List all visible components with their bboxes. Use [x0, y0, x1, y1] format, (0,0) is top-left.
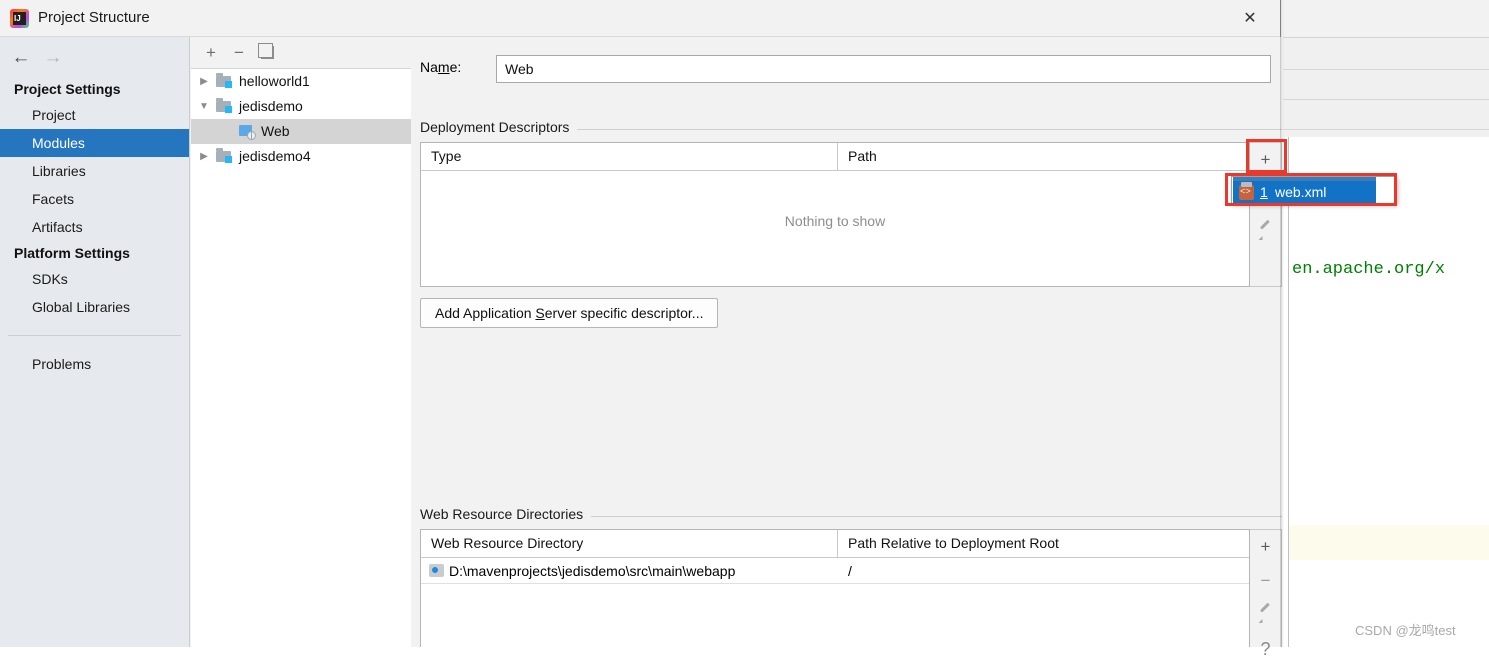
deployment-descriptors-table: Type Path Nothing to show: [420, 142, 1250, 287]
close-icon[interactable]: ✕: [1240, 9, 1260, 29]
pencil-icon: [1259, 225, 1273, 239]
tree-node-label: helloworld1: [239, 73, 310, 89]
descriptor-type-popup-menu: 1 web.xml: [1231, 176, 1397, 204]
dialog-drop-shadow: [1280, 0, 1284, 647]
menu-item-web-xml[interactable]: 1 web.xml: [1233, 181, 1376, 204]
back-arrow-icon[interactable]: ←: [8, 47, 34, 69]
table-row[interactable]: D:\mavenprojects\jedisdemo\src\main\weba…: [421, 558, 1249, 584]
tree-node-label: jedisdemo4: [239, 148, 311, 164]
tree-twisty-collapsed-icon[interactable]: [197, 69, 211, 94]
relative-path-value: /: [848, 563, 852, 579]
sidebar-divider: [8, 335, 181, 336]
sidebar-group-project-settings: Project Settings: [14, 81, 121, 97]
deployment-descriptors-buttons: +: [1250, 142, 1282, 287]
module-folder-icon: [216, 148, 232, 163]
copy-module-icon[interactable]: [255, 41, 279, 65]
project-structure-dialog: Project Structure ✕ ← → Project Settings…: [0, 0, 1282, 659]
column-header-path[interactable]: Path: [838, 143, 1250, 170]
sidebar-item-modules[interactable]: Modules: [0, 129, 189, 157]
tree-node-helloworld1[interactable]: helloworld1: [191, 69, 411, 94]
sidebar-nav-arrows: ← →: [0, 37, 189, 77]
tree-node-label: Web: [261, 123, 290, 139]
directory-icon: [429, 564, 444, 577]
web-resource-directories-table: Web Resource Directory Path Relative to …: [420, 529, 1250, 647]
tree-node-jedisdemo4[interactable]: jedisdemo4: [191, 144, 411, 169]
add-module-icon[interactable]: +: [199, 41, 223, 65]
remove-web-resource-button[interactable]: −: [1250, 564, 1281, 598]
sidebar-item-sdks[interactable]: SDKs: [0, 265, 189, 293]
module-settings-pane: Name: Deployment Descriptors Type Path N…: [412, 37, 1282, 659]
sidebar-item-artifacts[interactable]: Artifacts: [0, 213, 189, 241]
web-resource-directory-value: D:\mavenprojects\jedisdemo\src\main\weba…: [449, 563, 736, 579]
sidebar-group-platform-settings: Platform Settings: [14, 245, 130, 261]
settings-sidebar: ← → Project Settings Project Modules Lib…: [0, 37, 190, 647]
name-label: Name:: [420, 59, 462, 75]
intellij-idea-icon: [10, 9, 29, 28]
deployment-descriptors-empty: Nothing to show: [421, 171, 1249, 287]
deployment-descriptors-header: Type Path: [421, 143, 1249, 171]
ide-toolbar-rows: [1283, 37, 1489, 137]
watermark-text: CSDN @龙鸣test: [1355, 623, 1456, 638]
menu-item-number: 1: [1260, 184, 1268, 200]
web-resource-directories-buttons: + − ?: [1250, 529, 1282, 659]
forward-arrow-icon[interactable]: →: [40, 47, 66, 69]
sidebar-item-global-libraries[interactable]: Global Libraries: [0, 293, 189, 321]
pencil-icon: [1259, 608, 1273, 622]
module-tree-body: helloworld1 jedisdemo Web: [191, 69, 411, 647]
add-web-resource-button[interactable]: +: [1250, 530, 1281, 564]
edit-web-resource-button[interactable]: [1250, 598, 1281, 632]
sidebar-item-problems[interactable]: Problems: [0, 350, 189, 378]
tree-twisty-collapsed-icon[interactable]: [197, 144, 211, 169]
edit-descriptor-button[interactable]: [1250, 215, 1281, 249]
sidebar-item-project[interactable]: Project: [0, 101, 189, 129]
module-folder-icon: [216, 98, 232, 113]
ide-editor-area: [1283, 137, 1489, 647]
tree-node-jedisdemo[interactable]: jedisdemo: [191, 94, 411, 119]
sidebar-item-facets[interactable]: Facets: [0, 185, 189, 213]
column-header-type[interactable]: Type: [421, 143, 837, 170]
add-application-server-descriptor-button[interactable]: Add Application Server specific descript…: [420, 298, 719, 328]
xml-file-icon: [1239, 182, 1254, 200]
empty-state-text: Nothing to show: [784, 213, 886, 229]
remove-module-icon[interactable]: −: [227, 41, 251, 65]
column-header-web-resource-directory[interactable]: Web Resource Directory: [421, 530, 837, 557]
tree-node-label: jedisdemo: [239, 98, 303, 114]
ide-code-text: en.apache.org/x: [1292, 260, 1446, 279]
ide-titlebar: — ❐: [1283, 0, 1489, 37]
web-resource-directories-header: Web Resource Directory Path Relative to …: [421, 530, 1249, 558]
column-header-path-relative[interactable]: Path Relative to Deployment Root: [838, 530, 1250, 557]
name-input[interactable]: [496, 55, 1271, 83]
tree-twisty-expanded-icon[interactable]: [197, 94, 211, 119]
dialog-titlebar: Project Structure ✕: [0, 0, 1280, 37]
add-descriptor-button[interactable]: +: [1250, 143, 1281, 177]
module-tree-toolbar: + −: [191, 37, 411, 69]
sidebar-item-libraries[interactable]: Libraries: [0, 157, 189, 185]
web-resource-directories-title: Web Resource Directories: [420, 506, 592, 522]
dialog-title: Project Structure: [38, 9, 150, 26]
web-facet-icon: [239, 124, 256, 140]
tree-node-web[interactable]: Web: [191, 119, 411, 144]
help-button[interactable]: ?: [1250, 632, 1281, 666]
menu-item-label: web.xml: [1275, 184, 1327, 200]
deployment-descriptors-title: Deployment Descriptors: [420, 119, 578, 135]
module-tree-panel: + − helloworld1 jedisdemo: [191, 37, 411, 647]
ide-highlight-band: [1289, 525, 1489, 560]
module-folder-icon: [216, 73, 232, 88]
